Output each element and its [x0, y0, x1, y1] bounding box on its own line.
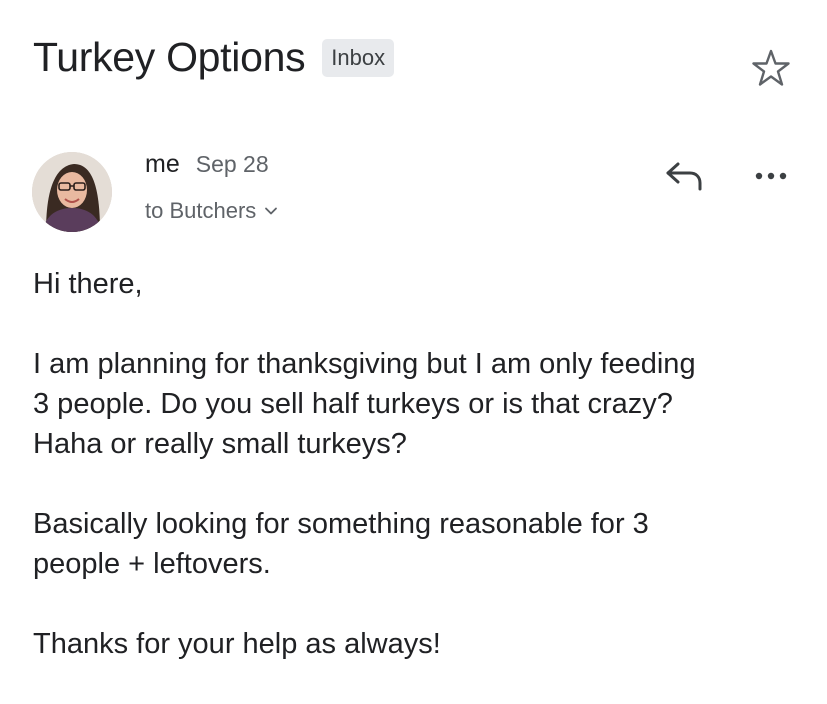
- avatar-photo: [32, 152, 112, 232]
- chevron-down-icon: [265, 207, 278, 215]
- more-options-icon[interactable]: [751, 164, 791, 188]
- recipient-text: to Butchers: [145, 198, 257, 223]
- body-line: Basically looking for something reasonab…: [33, 508, 649, 540]
- reply-icon[interactable]: [662, 158, 706, 194]
- star-icon[interactable]: [749, 46, 793, 90]
- subject-row: Turkey Options Inbox: [33, 30, 395, 84]
- body-closing: Thanks for your help as always!: [33, 628, 441, 660]
- sender-name[interactable]: me: [145, 150, 180, 179]
- body-line: people + leftovers.: [33, 548, 271, 580]
- body-paragraph-2: Basically looking for something reasonab…: [33, 504, 813, 584]
- body-line: 3 people. Do you sell half turkeys or is…: [33, 388, 673, 420]
- email-date: Sep 28: [195, 151, 269, 177]
- email-subject: Turkey Options: [33, 34, 306, 80]
- body-line: I am planning for thanksgiving but I am …: [33, 348, 696, 380]
- body-line: Haha or really small turkeys?: [33, 428, 407, 460]
- body-paragraph-1: I am planning for thanksgiving but I am …: [33, 344, 813, 464]
- sender-avatar[interactable]: [32, 152, 112, 232]
- email-body: Hi there, I am planning for thanksgiving…: [33, 264, 813, 704]
- inbox-label-chip[interactable]: Inbox: [322, 39, 395, 77]
- sender-info: me Sep 28: [145, 150, 269, 179]
- recipient-details-toggle[interactable]: to Butchers: [145, 198, 278, 224]
- body-greeting: Hi there,: [33, 268, 143, 300]
